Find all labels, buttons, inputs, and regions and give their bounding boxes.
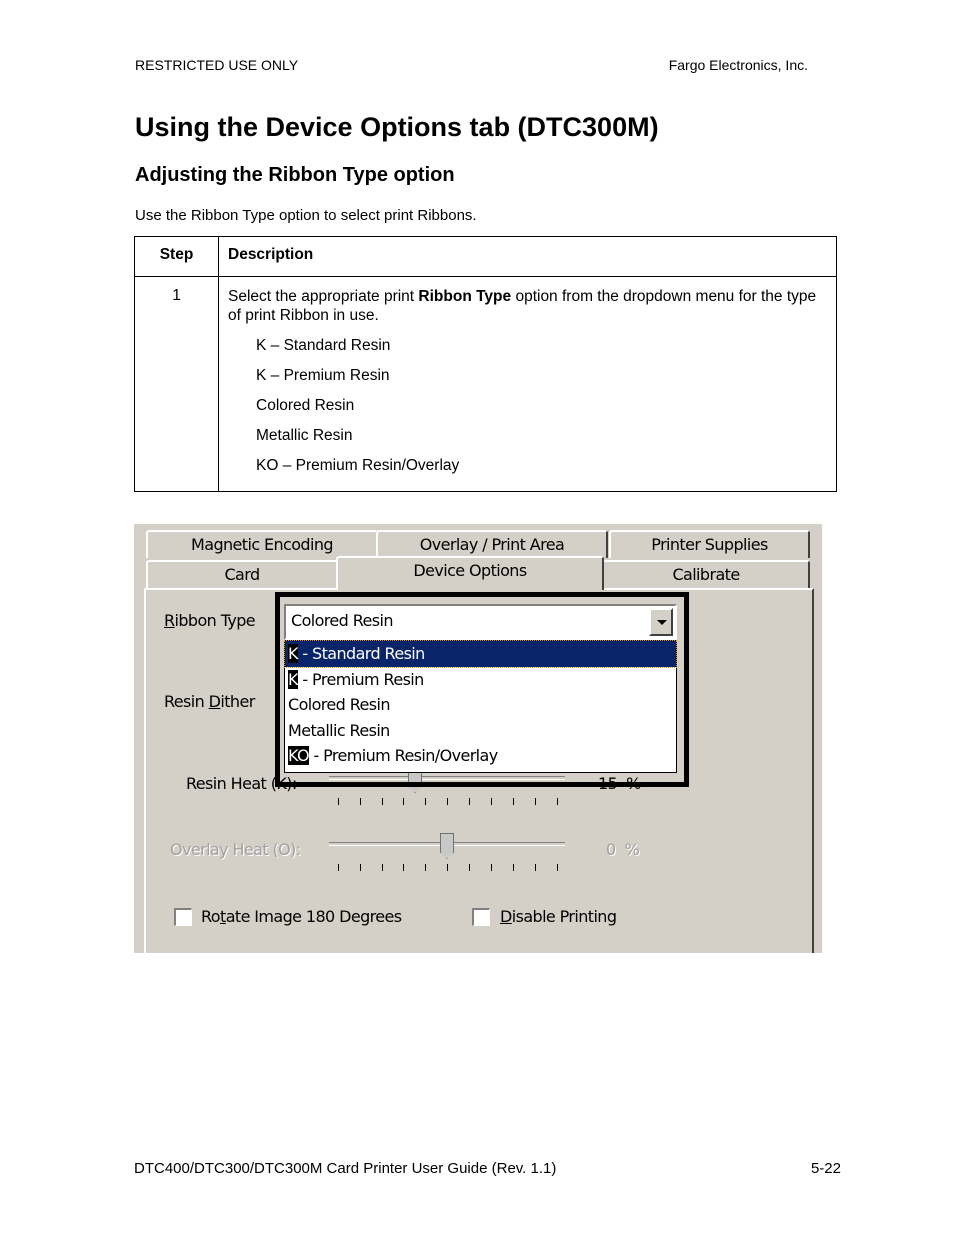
tick bbox=[403, 864, 404, 871]
label-rest: ither bbox=[220, 692, 255, 711]
label-rest: isable Printing bbox=[511, 907, 617, 926]
header-company: Fargo Electronics, Inc. bbox=[668, 57, 808, 73]
hotkey-letter: D bbox=[500, 907, 512, 926]
list-item: Colored Resin bbox=[256, 397, 355, 414]
tick bbox=[447, 798, 448, 805]
tab-magnetic-encoding[interactable]: Magnetic Encoding bbox=[146, 530, 378, 558]
tick bbox=[491, 798, 492, 805]
tab-device-options[interactable]: Device Options bbox=[336, 556, 604, 590]
dropdown-option-colored-resin[interactable]: Colored Resin bbox=[285, 692, 676, 718]
label-pre: Resin bbox=[164, 692, 209, 711]
rotate-image-label[interactable]: Rotate Image 180 Degrees bbox=[201, 907, 402, 926]
tab-calibrate[interactable]: Calibrate bbox=[602, 560, 810, 588]
tab-card[interactable]: Card bbox=[146, 560, 338, 588]
overlay-heat-label: Overlay Heat (O): bbox=[170, 840, 301, 859]
tick bbox=[382, 864, 383, 871]
resin-dither-label: Resin Dither bbox=[164, 692, 255, 711]
section-title: Adjusting the Ribbon Type option bbox=[135, 164, 455, 186]
tab-printer-supplies[interactable]: Printer Supplies bbox=[609, 530, 810, 558]
disable-printing-label[interactable]: Disable Printing bbox=[500, 907, 617, 926]
option-label: Colored Resin bbox=[288, 695, 390, 714]
footer-page-number: 5-22 bbox=[810, 1160, 841, 1177]
ribbon-type-combobox[interactable]: Colored Resin bbox=[284, 604, 677, 640]
header-restricted: RESTRICTED USE ONLY bbox=[135, 57, 299, 73]
tick bbox=[360, 864, 361, 871]
option-hotkey: K bbox=[288, 644, 299, 663]
label-pre: Ro bbox=[201, 907, 221, 926]
value: 0 bbox=[606, 840, 616, 859]
tick bbox=[360, 798, 361, 805]
header-step: Step bbox=[134, 236, 219, 277]
disable-printing-checkbox[interactable] bbox=[472, 908, 490, 926]
steps-table: Step Description 1 Select the appropriat… bbox=[134, 236, 837, 492]
option-hotkey: K bbox=[288, 669, 299, 689]
dropdown-option-metallic-resin[interactable]: Metallic Resin bbox=[285, 718, 676, 744]
combobox-value: Colored Resin bbox=[291, 611, 393, 630]
tick bbox=[403, 798, 404, 805]
tick bbox=[535, 864, 536, 871]
tick bbox=[469, 864, 470, 871]
list-item: K – Premium Resin bbox=[256, 367, 390, 384]
step-number: 1 bbox=[134, 276, 219, 492]
step-description: Select the appropriate print Ribbon Type… bbox=[218, 276, 837, 492]
tick bbox=[425, 864, 426, 871]
ribbon-type-label: Ribbon Type bbox=[164, 611, 256, 630]
tick bbox=[338, 798, 339, 805]
chevron-down-icon[interactable] bbox=[649, 608, 673, 636]
device-options-screenshot: Magnetic Encoding Overlay / Print Area P… bbox=[134, 524, 822, 953]
tick bbox=[557, 798, 558, 805]
header-description: Description bbox=[218, 236, 837, 277]
list-item: K – Standard Resin bbox=[256, 337, 391, 354]
label-rest: ibbon Type bbox=[174, 611, 256, 630]
footer-guide-title: DTC400/DTC300/DTC300M Card Printer User … bbox=[134, 1160, 557, 1177]
hotkey-letter: D bbox=[208, 692, 221, 711]
table-header-row: Step Description bbox=[134, 236, 837, 277]
tick bbox=[382, 798, 383, 805]
desc-bold: Ribbon Type bbox=[418, 288, 512, 305]
option-label: - Premium Resin bbox=[297, 669, 424, 689]
option-label: - Standard Resin bbox=[297, 644, 425, 663]
option-label: - Premium Resin/Overlay bbox=[309, 746, 499, 765]
label-rest: ate Image 180 Degrees bbox=[225, 907, 402, 926]
tab-overlay-print-area[interactable]: Overlay / Print Area bbox=[376, 530, 608, 558]
page-title: Using the Device Options tab (DTC300M) bbox=[135, 112, 659, 142]
tick bbox=[535, 798, 536, 805]
option-label: Metallic Resin bbox=[288, 720, 390, 740]
tick bbox=[469, 798, 470, 805]
hotkey-letter: R bbox=[164, 611, 175, 630]
dropdown-option-ko-premium-resin-overlay[interactable]: KO - Premium Resin/Overlay bbox=[285, 743, 676, 769]
dropdown-option-k-standard-resin[interactable]: K - Standard Resin bbox=[284, 640, 677, 668]
dropdown-option-k-premium-resin[interactable]: K - Premium Resin bbox=[285, 667, 676, 693]
rotate-image-checkbox[interactable] bbox=[174, 908, 192, 926]
tick bbox=[447, 864, 448, 871]
tick bbox=[513, 864, 514, 871]
tick bbox=[513, 798, 514, 805]
option-hotkey: KO bbox=[288, 746, 310, 765]
intro-text: Use the Ribbon Type option to select pri… bbox=[135, 207, 477, 224]
unit: % bbox=[624, 840, 640, 859]
tick bbox=[338, 864, 339, 871]
tick bbox=[557, 864, 558, 871]
ribbon-options-list: K – Standard Resin K – Premium Resin Col… bbox=[256, 333, 827, 483]
list-item: Metallic Resin bbox=[256, 427, 353, 444]
tick bbox=[425, 798, 426, 805]
ribbon-type-dropdown-list: K - Standard Resin K - Premium Resin Col… bbox=[284, 640, 677, 773]
table-row: 1 Select the appropriate print Ribbon Ty… bbox=[134, 276, 837, 492]
list-item: KO – Premium Resin/Overlay bbox=[256, 457, 460, 474]
desc-text: Select the appropriate print bbox=[228, 288, 419, 305]
tick bbox=[491, 864, 492, 871]
overlay-heat-value: 0 % bbox=[606, 840, 640, 859]
